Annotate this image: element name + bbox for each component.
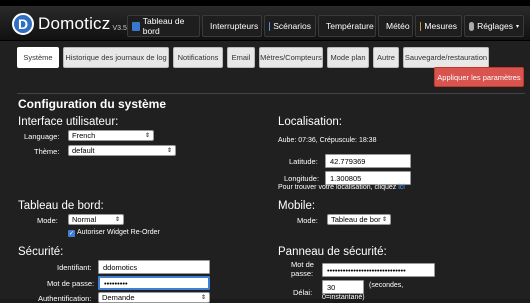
nav-temperature[interactable]: Température — [318, 15, 376, 37]
delay-unit-1: (secondes, — [369, 282, 404, 289]
delay-unit-2: 0=instantané) — [322, 294, 365, 301]
nav-weather[interactable]: Météo — [378, 15, 413, 37]
divider — [17, 93, 525, 94]
select-arrows-icon: ⇕ — [381, 217, 387, 223]
brand-name: Domoticz — [38, 14, 111, 33]
dashboard-section-title: Tableau de bord: — [18, 200, 104, 212]
navbar: D Domoticz V3.5877 Tableau de bord Inter… — [0, 6, 530, 41]
theme-select[interactable]: default ⇕ — [68, 145, 176, 156]
tab-meters[interactable]: Mètres/Compteurs — [259, 47, 323, 68]
location-section-title: Localisation: — [278, 116, 342, 128]
tab-floorplan[interactable]: Mode plan — [327, 47, 369, 68]
tab-system[interactable]: Système — [17, 47, 59, 68]
brand-logo[interactable]: D Domoticz V3.5877 — [12, 12, 139, 36]
auth-select[interactable]: Demande ⇕ — [98, 292, 210, 303]
settings-tabs: Système Historique des journaux de log N… — [17, 47, 493, 68]
find-location-link[interactable]: ici — [398, 184, 405, 191]
security-panel-title: Panneau de sécurité: — [278, 246, 387, 258]
tab-notifications[interactable]: Notifications — [173, 47, 223, 68]
apply-settings-button[interactable]: Appliquer les paramètres — [434, 67, 524, 87]
theme-label: Thème: — [34, 147, 60, 156]
nav-dashboard[interactable]: Tableau de bord — [127, 15, 200, 37]
main-content: Système Historique des journaux de log N… — [0, 41, 530, 303]
username-label: Identifiant: — [57, 263, 92, 272]
username-input[interactable]: ddomotics — [98, 260, 210, 274]
language-label: Language: — [24, 132, 60, 141]
mobile-mode-label: Mode: — [297, 216, 318, 225]
security-section-title: Sécurité: — [18, 246, 64, 258]
tab-log-history[interactable]: Historique des journaux de log — [63, 47, 169, 68]
password-label: Mot de passe: — [47, 279, 95, 288]
reorder-label: Autoriser Widget Re-Order — [77, 229, 160, 236]
tab-backup[interactable]: Sauvegarde/restauration — [403, 47, 489, 68]
password-input[interactable]: ••••••••• — [98, 276, 210, 290]
select-arrows-icon: ⇕ — [166, 148, 172, 154]
gear-icon — [469, 21, 475, 31]
find-location-text: Pour trouver votre localisation, cliquez… — [278, 184, 405, 191]
panel-password-label-1: Mot de — [291, 260, 314, 269]
tab-other[interactable]: Autre — [373, 47, 399, 68]
latitude-input[interactable]: 42.779369 — [325, 154, 411, 168]
longitude-label: Longitude: — [284, 174, 320, 183]
nav-switches[interactable]: Interrupteurs — [202, 15, 262, 37]
sun-times: Aube: 07:36, Crépuscule: 18:38 — [278, 137, 377, 144]
page-title: Configuration du système — [18, 97, 167, 111]
chevron-down-icon: ▾ — [515, 23, 519, 30]
nav-settings[interactable]: Réglages ▾ — [464, 15, 524, 37]
domoticz-logo-icon: D — [12, 13, 34, 35]
language-select[interactable]: French ⇕ — [68, 130, 154, 141]
measure-icon — [420, 21, 422, 31]
nav-measures[interactable]: Mesures — [415, 15, 462, 37]
tab-email[interactable]: Email — [227, 47, 255, 68]
dashboard-mode-select[interactable]: Normal ⇕ — [68, 214, 124, 225]
mobile-section-title: Mobile: — [278, 200, 316, 212]
dashboard-icon — [132, 21, 140, 31]
scenes-icon — [269, 21, 271, 31]
mobile-mode-select[interactable]: Tableau de bor ⇕ — [327, 214, 391, 225]
delay-label: Délai: — [293, 288, 313, 297]
panel-password-label-2: passe: — [291, 269, 314, 278]
reorder-checkbox[interactable]: ✓ — [68, 230, 75, 237]
select-arrows-icon: ⇕ — [200, 295, 206, 301]
delay-input[interactable]: 30 — [322, 280, 364, 294]
ui-section-title: Interface utilisateur: — [18, 116, 119, 128]
nav-scenes[interactable]: Scénarios — [264, 15, 316, 37]
latitude-label: Latitude: — [289, 157, 318, 166]
panel-password-input[interactable]: •••••••••••••••••••••••••••••• — [322, 263, 435, 277]
select-arrows-icon: ⇕ — [114, 217, 120, 223]
select-arrows-icon: ⇕ — [144, 133, 150, 139]
longitude-input[interactable]: 1.300805 — [325, 171, 411, 185]
dashboard-mode-label: Mode: — [37, 216, 58, 225]
